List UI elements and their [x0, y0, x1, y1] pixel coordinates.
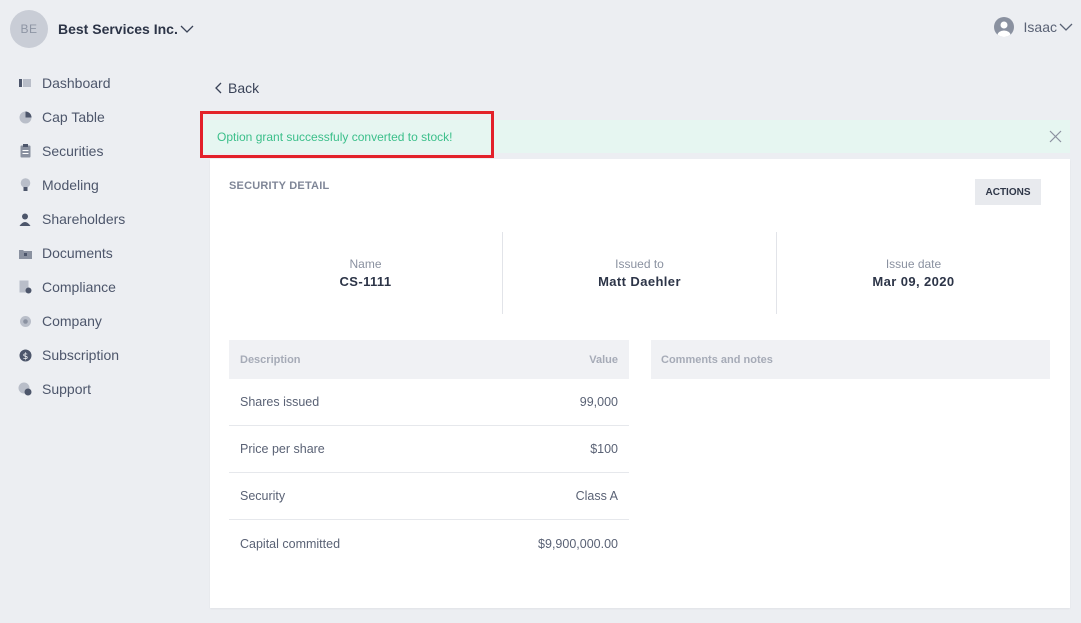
gear-icon	[18, 314, 32, 328]
highlight-box	[200, 111, 494, 158]
lightbulb-icon	[18, 178, 32, 192]
sidebar-item-dashboard[interactable]: Dashboard	[0, 66, 200, 100]
sidebar-item-shareholders[interactable]: Shareholders	[0, 202, 200, 236]
sidebar-item-company[interactable]: Company	[0, 304, 200, 338]
back-label: Back	[228, 80, 260, 96]
column-header-description: Description	[240, 353, 301, 366]
summary-issue-date: Issue date Mar 09, 2020	[776, 232, 1050, 314]
security-detail-card: SECURITY DETAIL ACTIONS Name CS-1111 Iss…	[210, 159, 1070, 608]
row-description: Price per share	[240, 442, 325, 456]
sidebar-item-label: Securities	[42, 143, 104, 159]
row-description: Capital committed	[240, 536, 341, 551]
comments-notes-header: Comments and notes	[651, 340, 1050, 379]
summary-name: Name CS-1111	[229, 232, 502, 314]
sidebar-item-subscription[interactable]: $ Subscription	[0, 338, 200, 372]
support-icon	[18, 382, 32, 396]
sidebar-item-label: Cap Table	[42, 109, 105, 125]
sidebar-item-label: Modeling	[42, 177, 99, 193]
summary-label: Issued to	[615, 257, 664, 271]
sidebar-item-label: Dashboard	[42, 75, 111, 91]
row-value: $9,900,000.00	[538, 536, 618, 551]
sidebar-item-label: Subscription	[42, 347, 120, 363]
company-name: Best Services Inc.	[58, 21, 178, 37]
summary-value: Mar 09, 2020	[872, 274, 955, 289]
chevron-down-icon	[1059, 23, 1073, 31]
sidebar-item-label: Compliance	[42, 279, 116, 295]
column-header-value: Value	[589, 353, 618, 366]
svg-text:$: $	[22, 352, 28, 362]
sidebar-item-label: Support	[42, 381, 92, 397]
company-switcher[interactable]: BE Best Services Inc.	[10, 10, 194, 48]
sidebar-item-support[interactable]: Support	[0, 372, 200, 406]
table-row: Security Class A	[229, 473, 629, 520]
card-title: SECURITY DETAIL	[229, 180, 330, 192]
sidebar-item-compliance[interactable]: Compliance	[0, 270, 200, 304]
clipboard-icon	[18, 144, 32, 158]
sidebar-item-label: Documents	[42, 245, 113, 261]
row-value: Class A	[575, 489, 618, 503]
chevron-left-icon	[215, 82, 222, 94]
person-icon	[18, 212, 32, 226]
sidebar-item-cap-table[interactable]: Cap Table	[0, 100, 200, 134]
row-description: Security	[240, 489, 286, 503]
sidebar: Dashboard Cap Table Securities Modeling …	[0, 66, 200, 406]
sidebar-item-label: Company	[42, 313, 102, 329]
dollar-icon: $	[18, 348, 32, 362]
folder-icon	[18, 246, 32, 260]
row-description: Shares issued	[240, 395, 320, 409]
table-row: Price per share $100	[229, 426, 629, 473]
user-menu[interactable]: Isaac	[993, 17, 1073, 37]
summary-value: CS-1111	[339, 274, 392, 289]
company-avatar: BE	[10, 10, 48, 48]
pie-chart-icon	[18, 110, 32, 124]
sidebar-item-modeling[interactable]: Modeling	[0, 168, 200, 202]
table-row: Shares issued 99,000	[229, 379, 629, 426]
security-summary: Name CS-1111 Issued to Matt Daehler Issu…	[229, 232, 1050, 314]
user-name: Isaac	[1023, 19, 1057, 35]
summary-issued-to: Issued to Matt Daehler	[502, 232, 776, 314]
chevron-down-icon	[180, 25, 194, 33]
sidebar-item-documents[interactable]: Documents	[0, 236, 200, 270]
summary-value: Matt Daehler	[598, 274, 681, 289]
table-header: Description Value	[229, 340, 629, 379]
summary-label: Issue date	[885, 257, 942, 271]
sidebar-item-securities[interactable]: Securities	[0, 134, 200, 168]
table-row: Capital committed $9,900,000.00	[229, 520, 629, 567]
dashboard-icon	[18, 76, 32, 90]
close-icon[interactable]	[1049, 130, 1062, 143]
sidebar-item-label: Shareholders	[42, 211, 126, 227]
summary-label: Name	[349, 257, 382, 271]
back-link[interactable]: Back	[215, 80, 259, 96]
user-avatar-icon	[993, 17, 1014, 37]
row-value: $100	[590, 442, 618, 456]
row-value: 99,000	[579, 395, 618, 409]
document-check-icon	[18, 280, 32, 294]
actions-button[interactable]: ACTIONS	[975, 179, 1041, 205]
detail-table: Description Value Shares issued 99,000 P…	[229, 340, 629, 567]
